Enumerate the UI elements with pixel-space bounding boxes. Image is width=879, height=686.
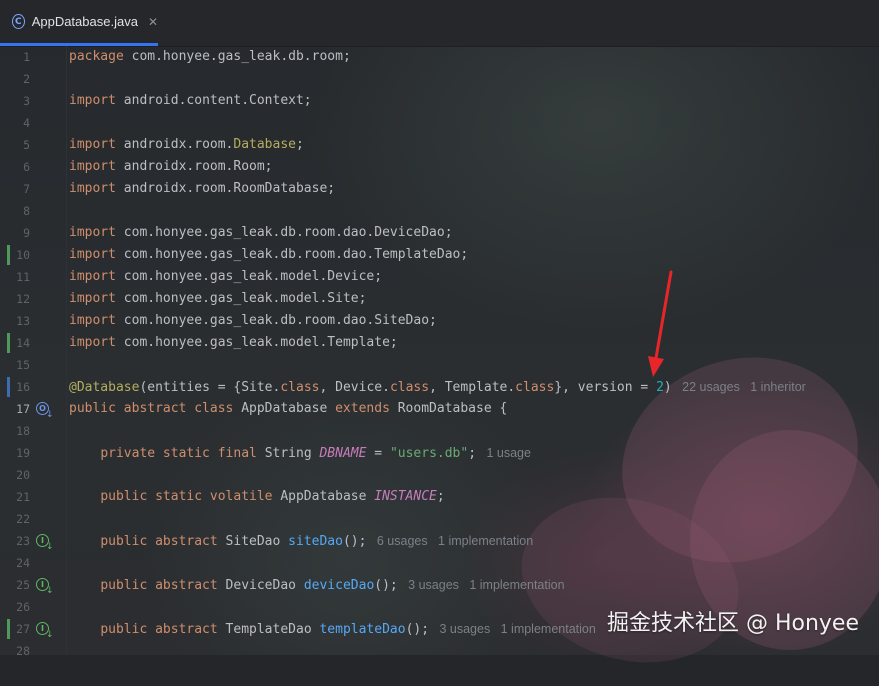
red-arrow-shaft [654,270,673,360]
red-arrow-head [648,356,664,377]
watermark: 掘金技术社区 @ Honyee [606,611,859,636]
annotation-overlay [648,270,673,377]
